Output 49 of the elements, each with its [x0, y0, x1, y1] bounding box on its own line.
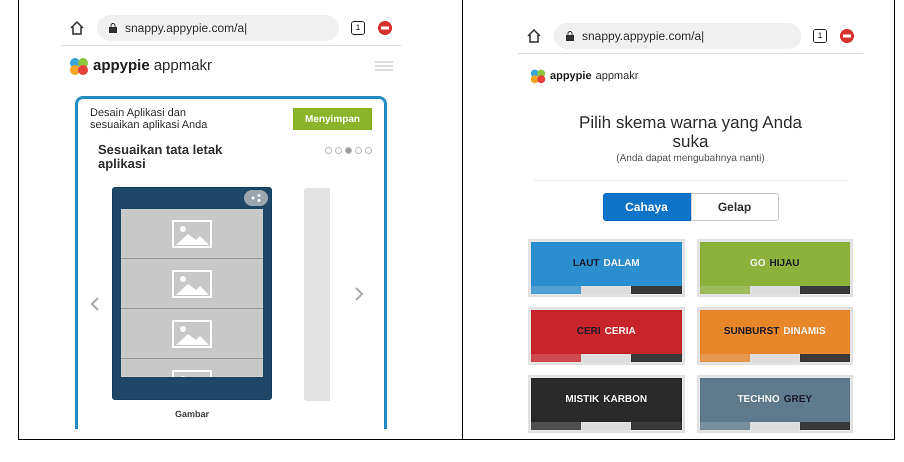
extension-icon[interactable] [377, 20, 393, 36]
logo-product: appmakr [154, 56, 212, 76]
theme-name: HIJAU [770, 257, 800, 271]
theme-card[interactable]: TECHNO GREY [696, 374, 853, 432]
page-heading: Pilih skema warna yang Anda suka [578, 112, 804, 150]
theme-name: TECHNO [737, 393, 780, 407]
extension-icon[interactable] [839, 28, 855, 44]
address-bar[interactable]: snappy.appypie.com/a| [97, 14, 339, 40]
lock-icon [566, 30, 574, 40]
image-placeholder-icon [172, 320, 212, 348]
layout-caption: Gambar [174, 408, 209, 421]
theme-card[interactable]: LAUT DALAM [528, 238, 684, 296]
theme-name: GREY [784, 393, 812, 407]
mode-toggle[interactable]: Gelap [690, 192, 778, 220]
logo-icon [69, 56, 89, 76]
theme-name: CERI [576, 325, 601, 339]
theme-card[interactable]: MISTIK KARBON [528, 374, 684, 432]
theme-card[interactable]: GO HIJAU [696, 238, 853, 296]
theme-name: SUNBURST [724, 325, 780, 339]
tab-count[interactable]: 1 [351, 20, 365, 34]
home-icon[interactable] [69, 20, 85, 36]
mode-toggle[interactable]: Cahaya [602, 192, 690, 220]
tab-count[interactable]: 1 [813, 28, 827, 42]
theme-card[interactable]: CERI CERIA [528, 306, 684, 364]
share-icon[interactable] [244, 190, 268, 206]
url-text: snappy.appypie.com/a| [582, 28, 704, 44]
layout-preview[interactable] [112, 187, 272, 400]
step-title: Sesuaikan tata letak aplikasi [98, 143, 224, 171]
lock-icon [109, 22, 117, 32]
intro-text: Desain Aplikasi dan sesuaikan aplikasi Anda [90, 107, 208, 131]
image-placeholder-icon [172, 220, 212, 248]
url-text: snappy.appypie.com/a| [125, 20, 248, 36]
theme-name: MISTIK [565, 393, 600, 407]
theme-card[interactable]: SUNBURST DINAMIS [696, 306, 853, 364]
page-subheading: (Anda dapat mengubahnya nanti) [615, 152, 766, 166]
theme-name: DINAMIS [783, 325, 826, 339]
menu-icon[interactable] [375, 61, 393, 71]
logo-product: appmakr [596, 69, 638, 84]
theme-name: KARBON [603, 393, 648, 407]
logo-brand: appypie [93, 56, 150, 76]
logo-icon [530, 68, 546, 84]
image-placeholder-icon [172, 270, 212, 298]
home-icon[interactable] [526, 28, 542, 44]
theme-name: CERIA [604, 325, 636, 339]
theme-name: GO [750, 257, 766, 271]
logo-brand: appypie [550, 69, 592, 84]
address-bar[interactable]: snappy.appypie.com/a| [554, 22, 801, 48]
theme-name: DALAM [604, 257, 640, 271]
theme-name: LAUT [572, 257, 600, 271]
